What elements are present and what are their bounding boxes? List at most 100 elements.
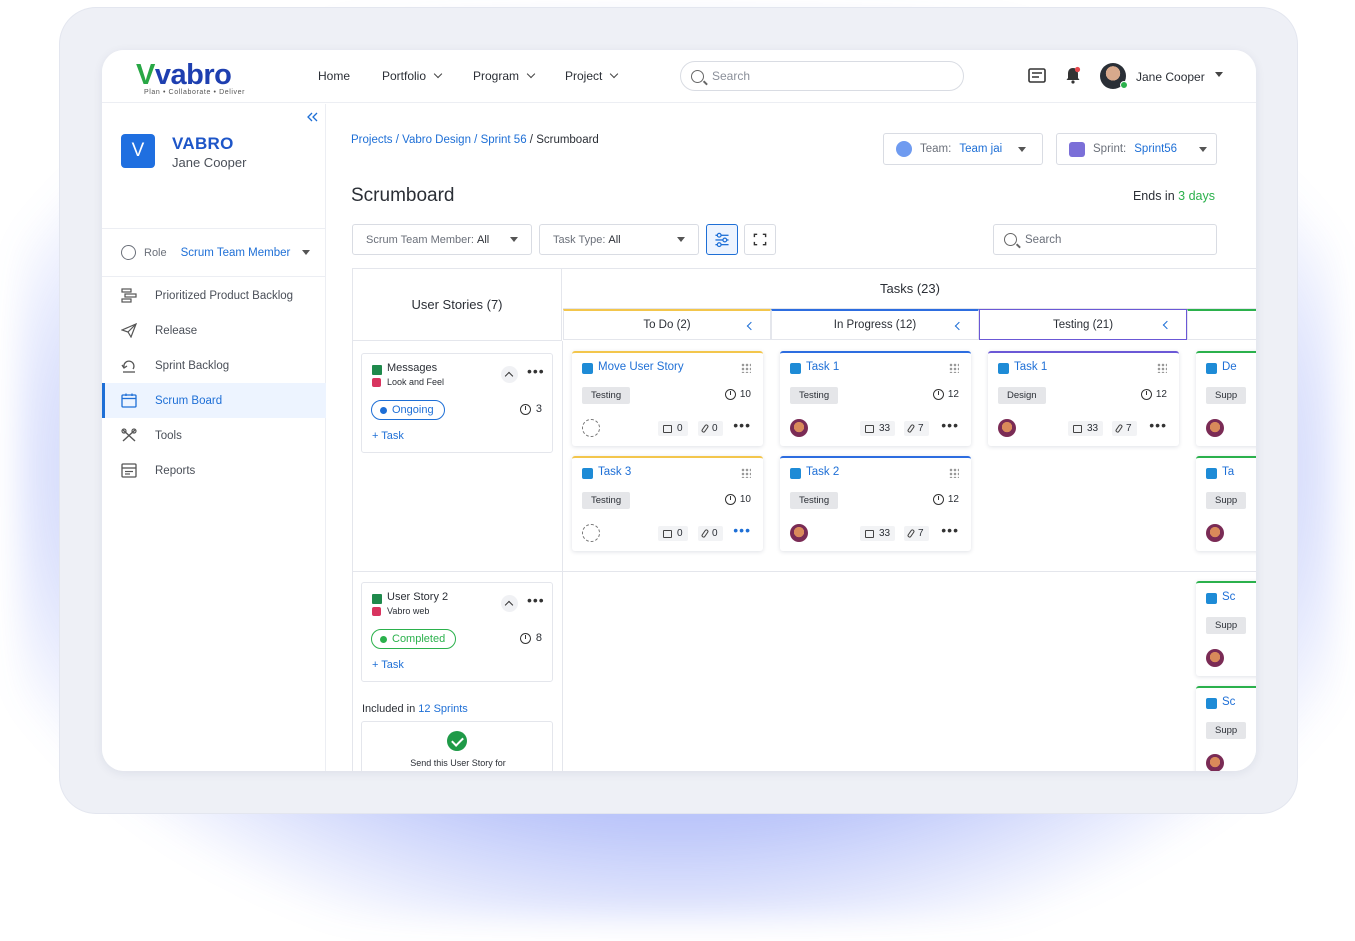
- collapse-sidebar-icon[interactable]: [306, 112, 318, 122]
- user-menu-caret-icon[interactable]: [1215, 72, 1223, 77]
- task-title[interactable]: Move User Story: [598, 361, 684, 373]
- task-title[interactable]: Sc: [1222, 696, 1235, 708]
- status-badge[interactable]: Ongoing: [371, 400, 445, 420]
- comment-count[interactable]: 33: [860, 421, 896, 436]
- collapse-story-button[interactable]: [501, 366, 518, 383]
- assignee-avatar[interactable]: [998, 419, 1016, 437]
- bell-icon[interactable]: [1065, 66, 1081, 84]
- attachment-count[interactable]: 7: [904, 526, 929, 541]
- sidebar-item-prioritized-product-backlog[interactable]: Prioritized Product Backlog: [102, 278, 326, 313]
- task-card[interactable]: De Supp: [1196, 351, 1256, 446]
- add-assignee-icon[interactable]: [582, 419, 600, 437]
- breadcrumb-projects[interactable]: Projects: [351, 134, 393, 146]
- story-title[interactable]: Messages: [387, 362, 437, 374]
- sprints-link[interactable]: 12 Sprints: [418, 703, 468, 715]
- more-options-icon[interactable]: •••: [941, 522, 959, 538]
- sidebar-item-reports[interactable]: Reports: [102, 453, 326, 488]
- task-title[interactable]: Ta: [1222, 466, 1234, 478]
- more-options-icon[interactable]: •••: [733, 417, 751, 433]
- column-header-todo[interactable]: To Do (2): [563, 309, 771, 340]
- task-card[interactable]: Task 1 Design 12 33 7 •••: [988, 351, 1179, 446]
- messages-icon[interactable]: [1028, 68, 1046, 83]
- breadcrumb-current: Scrumboard: [536, 134, 599, 146]
- user-name[interactable]: Jane Cooper: [1136, 70, 1205, 84]
- sidebar-item-scrum-board[interactable]: Scrum Board: [102, 383, 326, 418]
- comment-count[interactable]: 33: [860, 526, 896, 541]
- filter-settings-button[interactable]: [706, 224, 738, 255]
- task-estimate: 12: [932, 389, 959, 400]
- task-card[interactable]: Ta Supp: [1196, 456, 1256, 551]
- comment-count[interactable]: 0: [658, 421, 688, 436]
- collapse-story-button[interactable]: [501, 595, 518, 612]
- drag-handle-icon[interactable]: [741, 363, 751, 373]
- assignee-avatar[interactable]: [1206, 524, 1224, 542]
- assignee-avatar[interactable]: [1206, 649, 1224, 667]
- task-card[interactable]: Sc Supp: [1196, 686, 1256, 771]
- nav-portfolio[interactable]: Portfolio: [382, 69, 443, 83]
- chevron-left-icon[interactable]: [954, 321, 964, 331]
- chevron-left-icon[interactable]: [746, 321, 756, 331]
- more-options-icon[interactable]: •••: [527, 363, 545, 379]
- attachment-count[interactable]: 7: [904, 421, 929, 436]
- assignee-avatar[interactable]: [1206, 419, 1224, 437]
- assignee-avatar[interactable]: [790, 419, 808, 437]
- task-tag: Testing: [790, 492, 839, 509]
- nav-program[interactable]: Program: [473, 69, 536, 83]
- more-options-icon[interactable]: •••: [733, 522, 751, 538]
- task-title[interactable]: Task 3: [598, 466, 631, 478]
- add-task-button[interactable]: + Task: [372, 430, 404, 442]
- user-story-card[interactable]: Messages Look and Feel ••• Ongoing 3 + T…: [361, 353, 553, 453]
- sidebar-item-sprint-backlog[interactable]: Sprint Backlog: [102, 348, 326, 383]
- comment-count[interactable]: 33: [1068, 421, 1104, 436]
- member-filter[interactable]: Scrum Team Member: All: [352, 224, 532, 255]
- attachment-count[interactable]: 7: [1112, 421, 1137, 436]
- column-header-in-progress[interactable]: In Progress (12): [771, 309, 979, 340]
- task-card[interactable]: Sc Supp: [1196, 581, 1256, 676]
- task-type-filter[interactable]: Task Type: All: [539, 224, 699, 255]
- nav-home[interactable]: Home: [318, 69, 350, 83]
- breadcrumb-vabro-design[interactable]: Vabro Design: [402, 134, 471, 146]
- add-assignee-icon[interactable]: [582, 524, 600, 542]
- user-story-card[interactable]: User Story 2 Vabro web ••• Completed 8 +…: [361, 582, 553, 682]
- nav-project[interactable]: Project: [565, 69, 619, 83]
- drag-handle-icon[interactable]: [949, 468, 959, 478]
- task-title[interactable]: Task 1: [806, 361, 839, 373]
- role-selector[interactable]: Role Scrum Team Member: [121, 245, 311, 260]
- column-header-next[interactable]: [1187, 309, 1256, 340]
- task-card[interactable]: Task 2 Testing 12 33 7 •••: [780, 456, 971, 551]
- drag-handle-icon[interactable]: [1157, 363, 1167, 373]
- task-title[interactable]: Sc: [1222, 591, 1235, 603]
- more-options-icon[interactable]: •••: [1149, 417, 1167, 433]
- board-search-input[interactable]: Search: [993, 224, 1217, 255]
- task-card[interactable]: Task 1 Testing 12 33 7 •••: [780, 351, 971, 446]
- task-card[interactable]: Task 3 Testing 10 0 0 •••: [572, 456, 763, 551]
- attachment-count[interactable]: 0: [698, 526, 723, 541]
- chevron-left-icon[interactable]: [1162, 320, 1172, 330]
- assignee-avatar[interactable]: [1206, 754, 1224, 771]
- more-options-icon[interactable]: •••: [527, 592, 545, 608]
- drag-handle-icon[interactable]: [949, 363, 959, 373]
- send-story-box[interactable]: Send this User Story for: [361, 721, 553, 771]
- sprint-select[interactable]: Sprint: Sprint56: [1056, 133, 1217, 165]
- attachment-count[interactable]: 0: [698, 421, 723, 436]
- global-search-input[interactable]: Search: [680, 61, 964, 91]
- check-circle-icon: [447, 731, 467, 751]
- breadcrumb-sprint-56[interactable]: Sprint 56: [481, 134, 527, 146]
- team-select[interactable]: Team: Team jai: [883, 133, 1043, 165]
- comment-count[interactable]: 0: [658, 526, 688, 541]
- task-title[interactable]: Task 1: [1014, 361, 1047, 373]
- sidebar-item-tools[interactable]: Tools: [102, 418, 326, 453]
- story-title[interactable]: User Story 2: [387, 591, 448, 603]
- assignee-avatar[interactable]: [790, 524, 808, 542]
- more-options-icon[interactable]: •••: [941, 417, 959, 433]
- add-task-button[interactable]: + Task: [372, 659, 404, 671]
- column-header-testing[interactable]: Testing (21): [979, 309, 1187, 340]
- sidebar-item-release[interactable]: Release: [102, 313, 326, 348]
- vabro-logo[interactable]: Vvabro Plan • Collaborate • Deliver: [134, 59, 259, 97]
- fullscreen-button[interactable]: [744, 224, 776, 255]
- status-badge[interactable]: Completed: [371, 629, 457, 649]
- task-title[interactable]: Task 2: [806, 466, 839, 478]
- drag-handle-icon[interactable]: [741, 468, 751, 478]
- task-title[interactable]: De: [1222, 361, 1237, 373]
- task-card[interactable]: Move User Story Testing 10 0 0 •••: [572, 351, 763, 446]
